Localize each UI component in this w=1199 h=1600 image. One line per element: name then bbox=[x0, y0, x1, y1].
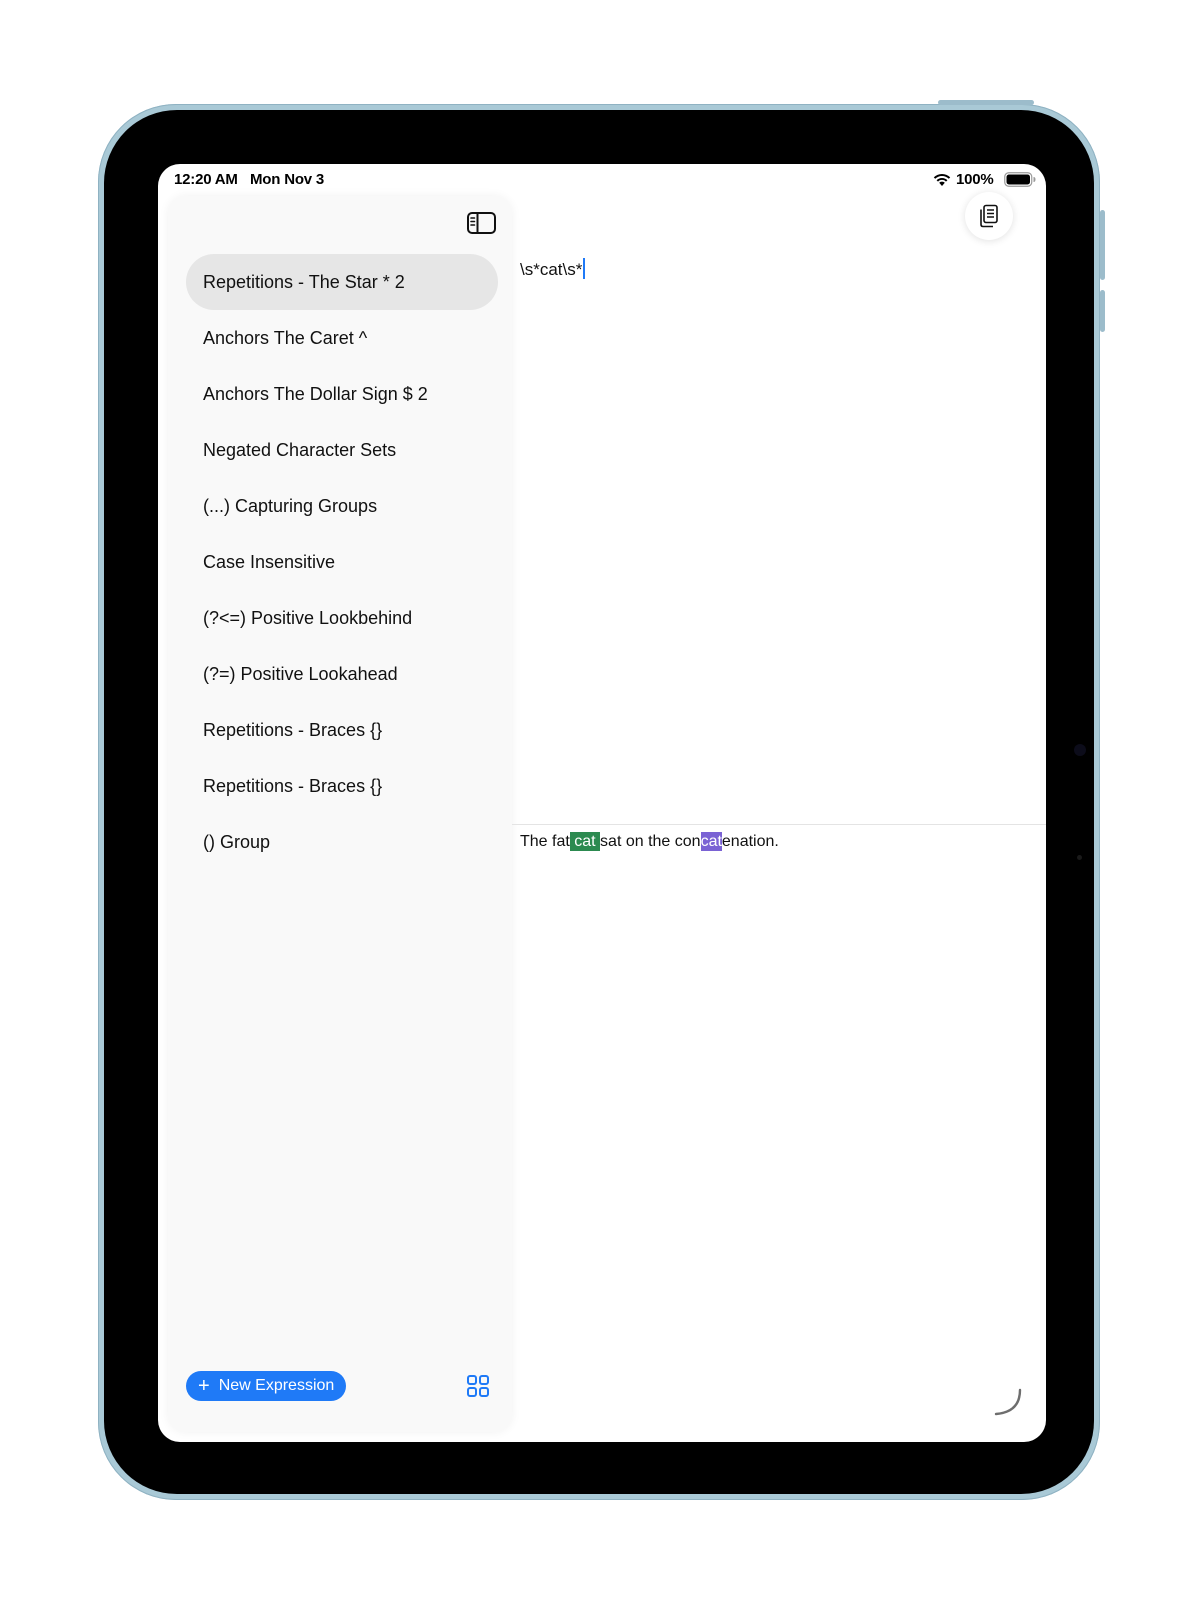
battery-percent: 100% bbox=[956, 171, 994, 188]
sidebar-item-group[interactable]: () Group bbox=[186, 814, 498, 870]
notes-button[interactable] bbox=[965, 192, 1013, 240]
camera-icon bbox=[1074, 744, 1086, 756]
grid-icon[interactable] bbox=[466, 1374, 490, 1398]
status-time: 12:20 AM bbox=[174, 171, 238, 188]
divider bbox=[512, 824, 1046, 825]
status-bar: 12:20 AM Mon Nov 3 100% bbox=[158, 164, 1046, 194]
sidebar: Repetitions - The Star * 2 Anchors The C… bbox=[168, 196, 512, 1432]
battery-icon bbox=[1004, 172, 1036, 187]
status-date: Mon Nov 3 bbox=[250, 171, 325, 188]
match-highlight-secondary: cat bbox=[700, 832, 722, 851]
notes-icon bbox=[980, 204, 998, 228]
resize-handle-icon[interactable] bbox=[992, 1386, 1026, 1420]
sidebar-item-anchors-caret[interactable]: Anchors The Caret ^ bbox=[186, 310, 498, 366]
sidebar-item-anchors-dollar[interactable]: Anchors The Dollar Sign $ 2 bbox=[186, 366, 498, 422]
wifi-icon bbox=[933, 174, 951, 186]
sidebar-item-capturing-groups[interactable]: (...) Capturing Groups bbox=[186, 478, 498, 534]
volume-up-button bbox=[1100, 210, 1105, 280]
volume-down-button bbox=[1100, 290, 1105, 332]
sidebar-item-negated-sets[interactable]: Negated Character Sets bbox=[186, 422, 498, 478]
regex-text: \s*cat\s* bbox=[520, 260, 583, 279]
test-text-segment: The fat bbox=[520, 833, 570, 850]
sidebar-toggle-icon[interactable] bbox=[466, 210, 498, 236]
text-cursor bbox=[583, 258, 586, 279]
sidebar-item-repetitions-star[interactable]: Repetitions - The Star * 2 bbox=[186, 254, 498, 310]
sidebar-item-braces-1[interactable]: Repetitions - Braces {} bbox=[186, 702, 498, 758]
test-text-segment: enation. bbox=[721, 833, 779, 850]
sidebar-item-positive-lookahead[interactable]: (?=) Positive Lookahead bbox=[186, 646, 498, 702]
sidebar-item-positive-lookbehind[interactable]: (?<=) Positive Lookbehind bbox=[186, 590, 498, 646]
new-expression-label: New Expression bbox=[218, 1377, 335, 1394]
expression-list: Repetitions - The Star * 2 Anchors The C… bbox=[186, 254, 498, 870]
top-button bbox=[938, 100, 1034, 105]
regex-input[interactable]: \s*cat\s* bbox=[520, 258, 1030, 818]
sidebar-item-case-insensitive[interactable]: Case Insensitive bbox=[186, 534, 498, 590]
plus-icon: + bbox=[198, 1375, 210, 1397]
test-text-segment: sat on the con bbox=[600, 833, 701, 850]
new-expression-button[interactable]: + New Expression bbox=[186, 1371, 347, 1401]
sidebar-item-braces-2[interactable]: Repetitions - Braces {} bbox=[186, 758, 498, 814]
sensor-dot bbox=[1077, 855, 1082, 860]
match-highlight-primary: cat bbox=[569, 832, 601, 851]
screen: 12:20 AM Mon Nov 3 100% Repetitions - Th… bbox=[158, 164, 1046, 1442]
test-string-input[interactable]: The fat cat sat on the concatenation. bbox=[520, 832, 779, 851]
